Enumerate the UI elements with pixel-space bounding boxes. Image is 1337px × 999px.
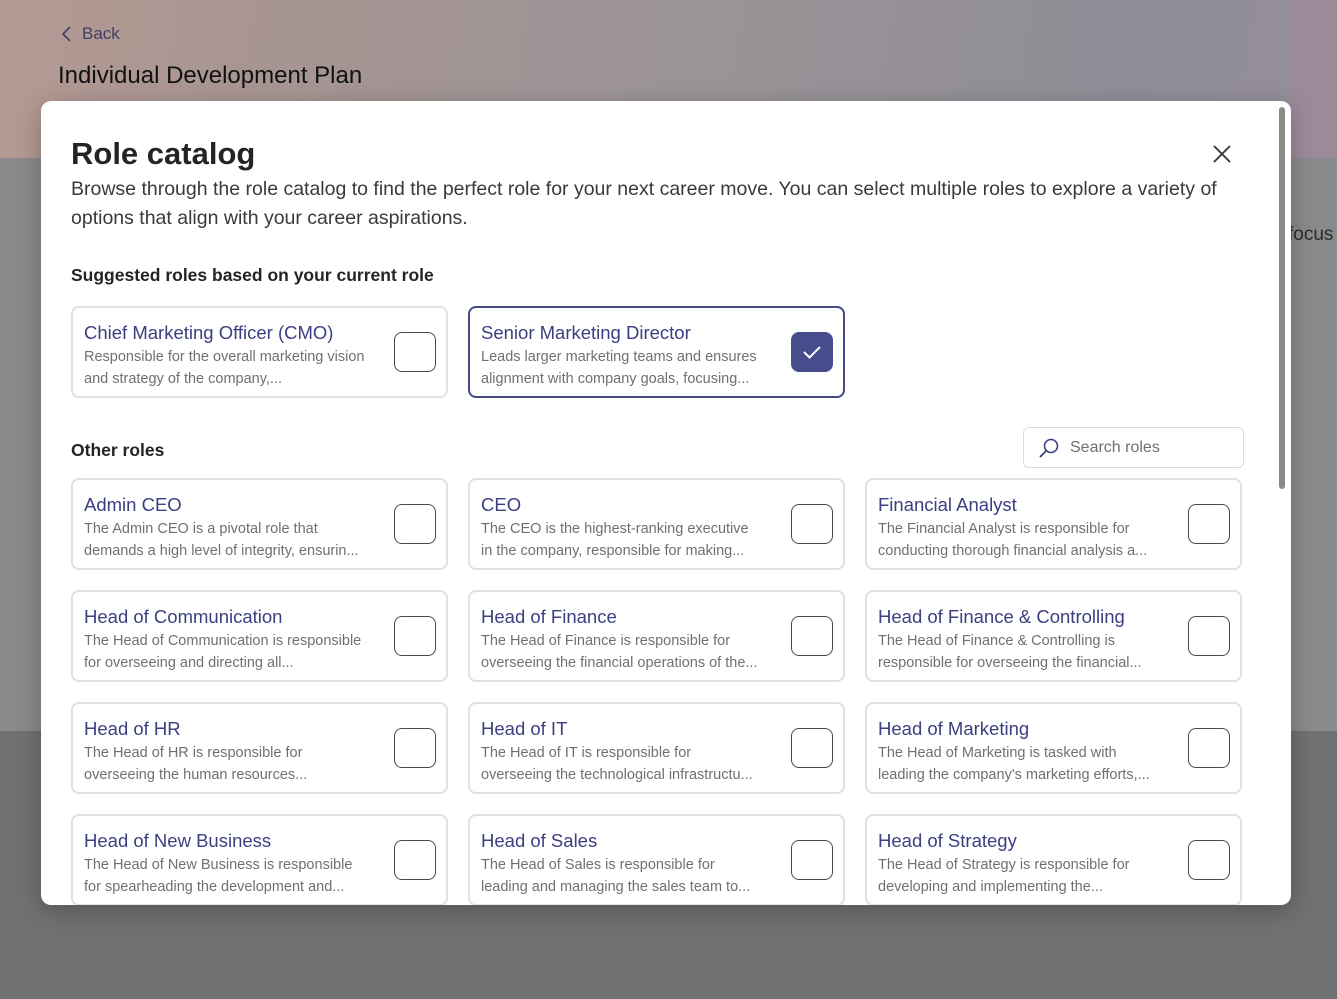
role-title: Head of New Business (84, 830, 272, 851)
suggested-roles-heading: Suggested roles based on your current ro… (71, 265, 434, 285)
role-title: Head of Communication (84, 606, 283, 627)
dialog-description: Browse through the role catalog to find … (71, 178, 1217, 229)
role-card[interactable]: Financial Analyst The Financial Analyst i… (865, 478, 1242, 570)
dialog-title: Role catalog (71, 136, 256, 171)
close-button[interactable] (1207, 139, 1237, 169)
role-title: Head of Sales (481, 830, 598, 851)
checkmark-icon (803, 346, 821, 359)
role-description: Responsible for the overall marketing vi… (84, 349, 365, 387)
role-checkbox[interactable] (1188, 728, 1230, 768)
role-catalog-dialog: Role catalog Browse through the role cat… (41, 101, 1291, 905)
role-card[interactable]: CEO The CEO is the highest-ranking execut… (468, 478, 845, 570)
role-title: CEO (481, 494, 522, 515)
role-card[interactable]: Senior Marketing Director Leads larger ma… (468, 306, 845, 398)
role-card[interactable]: Head of IT The Head of IT is responsible … (468, 702, 845, 794)
role-card[interactable]: Head of Strategy The Head of Strategy is … (865, 814, 1242, 905)
role-description: The Admin CEO is a pivotal role that dem… (84, 521, 359, 559)
other-roles-heading: Other roles (71, 440, 165, 460)
role-checkbox[interactable] (1188, 504, 1230, 544)
role-description: Leads larger marketing teams and ensures… (481, 349, 757, 387)
back-label: Back (82, 24, 120, 43)
role-title: Head of IT (481, 718, 568, 739)
role-checkbox[interactable] (791, 616, 833, 656)
role-description: The Head of Finance & Controlling is res… (878, 633, 1142, 671)
role-description: The Head of Marketing is tasked with lea… (878, 745, 1150, 783)
chevron-left-icon (61, 26, 71, 42)
page-title: Individual Development Plan (58, 62, 363, 89)
role-description: The Head of Finance is responsible for o… (481, 633, 758, 671)
role-card[interactable]: Head of Communication The Head of Communi… (71, 590, 448, 682)
role-checkbox[interactable] (1188, 840, 1230, 880)
role-title: Head of Marketing (878, 718, 1030, 739)
role-card[interactable]: Head of HR The Head of HR is responsible … (71, 702, 448, 794)
role-card[interactable]: Head of Sales The Head of Sales is respon… (468, 814, 845, 905)
role-card[interactable]: Head of Finance The Head of Finance is re… (468, 590, 845, 682)
role-title: Financial Analyst (878, 494, 1017, 515)
role-description: The Head of HR is responsible for overse… (84, 745, 308, 783)
role-checkbox[interactable] (394, 728, 436, 768)
role-description: The Head of Sales is responsible for lea… (481, 857, 751, 895)
search-roles-input[interactable] (1070, 438, 1220, 457)
role-title: Head of HR (84, 718, 181, 739)
role-description: The Head of Communication is responsible… (84, 633, 362, 671)
role-checkbox[interactable] (791, 504, 833, 544)
role-card[interactable]: Admin CEO The Admin CEO is a pivotal role… (71, 478, 448, 570)
role-description: The Head of Strategy is responsible for … (878, 857, 1130, 895)
role-checkbox[interactable] (791, 840, 833, 880)
close-icon (1213, 145, 1231, 163)
role-description: The CEO is the highest-ranking executive… (481, 521, 749, 559)
role-description: The Head of New Business is responsible … (84, 857, 353, 895)
search-icon (1039, 438, 1059, 458)
role-card[interactable]: Head of New Business The Head of New Busi… (71, 814, 448, 905)
back-link[interactable]: Back (60, 24, 120, 44)
role-description: The Head of IT is responsible for overse… (481, 745, 753, 783)
role-title: Admin CEO (84, 494, 182, 515)
role-card[interactable]: Chief Marketing Officer (CMO) Responsible… (71, 306, 448, 398)
role-checkbox[interactable] (791, 728, 833, 768)
role-checkbox[interactable] (791, 332, 833, 372)
role-checkbox[interactable] (394, 616, 436, 656)
role-card[interactable]: Head of Finance & Controlling The Head of… (865, 590, 1242, 682)
role-title: Senior Marketing Director (481, 322, 691, 343)
dialog-scrollbar[interactable] (1279, 107, 1285, 489)
role-title: Head of Finance & Controlling (878, 606, 1125, 627)
role-checkbox[interactable] (394, 840, 436, 880)
search-box[interactable] (1023, 427, 1244, 468)
background-side-panel (1292, 0, 1337, 158)
role-checkbox[interactable] (394, 332, 436, 372)
role-description: The Financial Analyst is responsible for… (878, 521, 1148, 559)
role-checkbox[interactable] (1188, 616, 1230, 656)
role-title: Head of Strategy (878, 830, 1017, 851)
background-partial-text: focus (1288, 224, 1334, 245)
role-title: Chief Marketing Officer (CMO) (84, 322, 334, 343)
role-card[interactable]: Head of Marketing The Head of Marketing i… (865, 702, 1242, 794)
role-checkbox[interactable] (394, 504, 436, 544)
role-title: Head of Finance (481, 606, 617, 627)
